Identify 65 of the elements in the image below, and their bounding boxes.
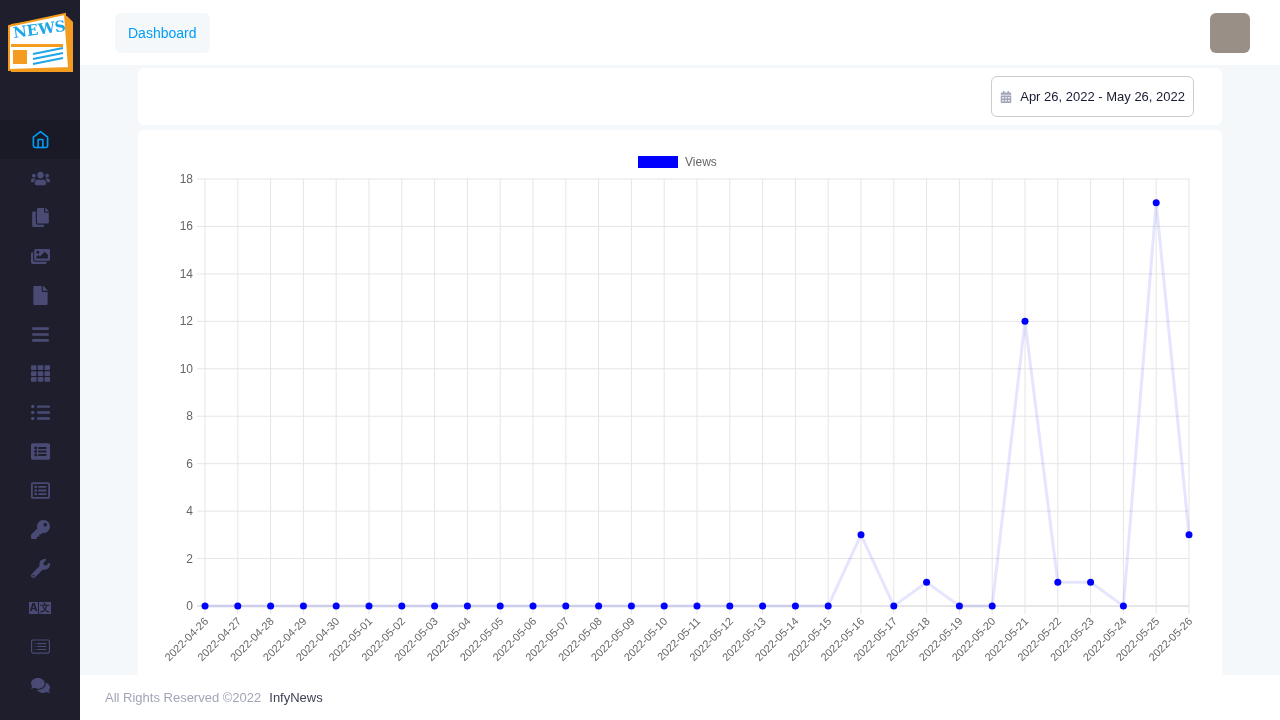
data-point [726,602,734,610]
copy-icon [30,208,50,227]
home-icon [30,130,50,149]
list-icon [30,403,50,422]
data-point [496,602,504,610]
list-box-icon [30,442,50,461]
data-point [923,578,931,586]
images-icon [30,247,50,266]
data-point [988,602,996,610]
list-box-icon [30,481,50,500]
data-point [267,602,275,610]
data-point [824,602,832,610]
data-point [857,531,865,539]
date-range-picker[interactable]: Apr 26, 2022 - May 26, 2022 [991,75,1194,118]
menu-icon [30,325,50,344]
data-point [1185,531,1193,539]
y-tick-label: 18 [179,172,193,186]
data-point [201,602,209,610]
data-point [1152,199,1160,207]
card-list-icon [30,637,50,656]
calendar-icon [1000,90,1013,103]
avatar[interactable] [1210,12,1250,53]
brand-link[interactable]: InfyNews [269,687,323,708]
data-point [463,602,471,610]
y-tick-label: 6 [186,456,193,471]
data-point [562,602,570,610]
y-tick-label: 10 [179,361,193,376]
y-tick-label: 14 [179,266,193,281]
data-point [365,602,373,610]
grid-icon [30,364,50,383]
data-point [1119,602,1127,610]
data-point [1054,578,1062,586]
data-point [595,602,603,610]
data-point [693,602,701,610]
data-point [1021,317,1029,325]
data-point [398,602,406,610]
legend-label: Views [685,155,717,169]
y-tick-label: 12 [179,314,193,329]
data-point [627,602,635,610]
data-point [759,602,767,610]
wrench-icon [30,559,50,578]
data-point [299,602,307,610]
copyright-text: All Rights Reserved ©2022 [105,688,262,707]
y-tick-label: 8 [186,409,193,424]
data-point [332,602,340,610]
y-tick-label: 0 [186,599,193,613]
data-point [431,602,439,610]
users-icon [30,169,50,188]
y-tick-label: 2 [186,551,193,566]
key-icon [30,520,50,539]
chat-icon [30,676,50,695]
data-point [791,602,799,610]
data-point [529,602,537,610]
file-icon [30,286,50,305]
y-tick-label: 16 [179,219,193,234]
data-point [955,602,963,610]
legend-swatch [638,156,678,168]
translate-glyph: 文 [39,601,52,614]
data-point [890,602,898,610]
translate-glyph: A [28,601,39,614]
data-point [660,602,668,610]
y-tick-label: 4 [186,504,193,519]
data-point [234,602,242,610]
data-point [1087,578,1095,586]
sidebar-item[interactable] [0,120,80,159]
